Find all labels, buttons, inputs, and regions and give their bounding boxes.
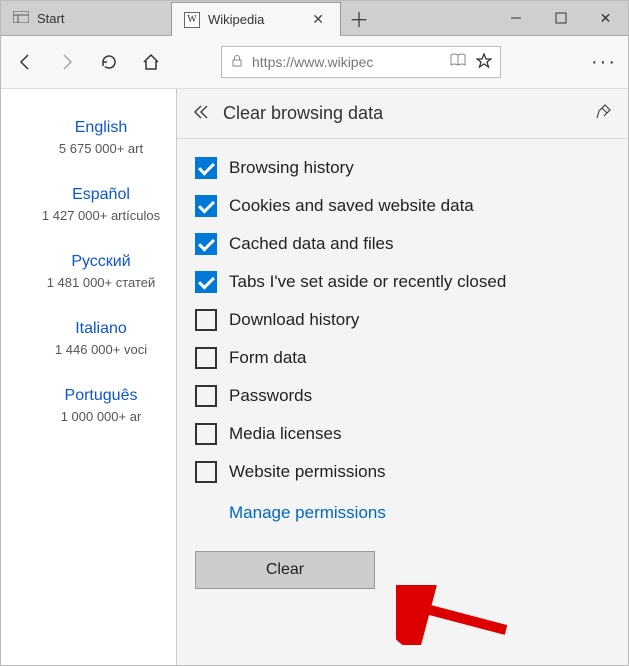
option-label: Website permissions <box>229 462 386 482</box>
option-tabs-set-aside[interactable]: Tabs I've set aside or recently closed <box>195 271 610 293</box>
forward-button[interactable] <box>55 50 79 74</box>
lang-item: Español 1 427 000+ artículos <box>21 186 181 223</box>
lang-count: 1 446 000+ voci <box>21 342 181 357</box>
lang-link[interactable]: Português <box>65 387 138 404</box>
lang-count: 1 427 000+ artículos <box>21 208 181 223</box>
option-label: Browsing history <box>229 158 354 178</box>
more-menu-button[interactable]: ··· <box>592 50 616 74</box>
checkbox-icon[interactable] <box>195 347 217 369</box>
favorite-icon[interactable] <box>476 53 492 72</box>
checkbox-icon[interactable] <box>195 423 217 445</box>
panel-header: Clear browsing data <box>177 89 628 139</box>
lang-item: Русский 1 481 000+ статей <box>21 253 181 290</box>
clear-browsing-data-panel: Clear browsing data Browsing history Coo… <box>176 89 628 665</box>
manage-permissions-link[interactable]: Manage permissions <box>229 503 610 523</box>
tab-close-icon[interactable]: ✕ <box>308 9 328 30</box>
tab-label: Start <box>37 11 64 26</box>
pin-icon[interactable] <box>596 103 612 124</box>
refresh-button[interactable] <box>97 50 121 74</box>
lang-item: English 5 675 000+ art <box>21 119 181 156</box>
wikipedia-language-list: English 5 675 000+ art Español 1 427 000… <box>1 89 201 454</box>
lang-link[interactable]: Español <box>72 186 130 203</box>
window-controls: ✕ <box>493 1 628 35</box>
lang-item: Português 1 000 000+ ar <box>21 387 181 424</box>
checkbox-icon[interactable] <box>195 195 217 217</box>
lang-count: 1 000 000+ ar <box>21 409 181 424</box>
option-download-history[interactable]: Download history <box>195 309 610 331</box>
tab-start[interactable]: Start <box>1 1 171 35</box>
lang-item: Italiano 1 446 000+ voci <box>21 320 181 357</box>
lang-count: 5 675 000+ art <box>21 141 181 156</box>
panel-back-icon[interactable] <box>193 103 211 124</box>
option-passwords[interactable]: Passwords <box>195 385 610 407</box>
url-text: https://www.wikipec <box>252 54 442 70</box>
option-label: Tabs I've set aside or recently closed <box>229 272 506 292</box>
lock-icon <box>230 54 244 71</box>
clear-button[interactable]: Clear <box>195 551 375 589</box>
tab-wikipedia[interactable]: W Wikipedia ✕ <box>171 2 341 36</box>
lang-link[interactable]: English <box>75 119 127 136</box>
lang-count: 1 481 000+ статей <box>21 275 181 290</box>
option-cookies[interactable]: Cookies and saved website data <box>195 195 610 217</box>
reading-view-icon[interactable] <box>450 53 466 72</box>
option-label: Cookies and saved website data <box>229 196 474 216</box>
checkbox-icon[interactable] <box>195 309 217 331</box>
window-close-button[interactable]: ✕ <box>583 1 628 35</box>
option-label: Form data <box>229 348 306 368</box>
wikipedia-favicon: W <box>184 12 200 28</box>
new-tab-button[interactable]: ＋ <box>341 1 377 35</box>
tab-strip: Start W Wikipedia ✕ ＋ ✕ <box>1 1 628 36</box>
back-button[interactable] <box>13 50 37 74</box>
option-website-permissions[interactable]: Website permissions <box>195 461 610 483</box>
checkbox-icon[interactable] <box>195 271 217 293</box>
address-bar[interactable]: https://www.wikipec <box>221 46 501 78</box>
checkbox-icon[interactable] <box>195 385 217 407</box>
option-label: Cached data and files <box>229 234 393 254</box>
option-browsing-history[interactable]: Browsing history <box>195 157 610 179</box>
option-media-licenses[interactable]: Media licenses <box>195 423 610 445</box>
start-page-icon <box>13 11 29 26</box>
toolbar: https://www.wikipec ··· <box>1 36 628 89</box>
checkbox-icon[interactable] <box>195 157 217 179</box>
checkbox-icon[interactable] <box>195 461 217 483</box>
tab-label: Wikipedia <box>208 12 264 27</box>
option-label: Passwords <box>229 386 312 406</box>
option-cached-data[interactable]: Cached data and files <box>195 233 610 255</box>
checkbox-icon[interactable] <box>195 233 217 255</box>
option-label: Media licenses <box>229 424 341 444</box>
option-label: Download history <box>229 310 359 330</box>
lang-link[interactable]: Italiano <box>75 320 127 337</box>
maximize-button[interactable] <box>538 1 583 35</box>
minimize-button[interactable] <box>493 1 538 35</box>
home-button[interactable] <box>139 50 163 74</box>
lang-link[interactable]: Русский <box>71 253 130 270</box>
panel-body: Browsing history Cookies and saved websi… <box>177 139 628 607</box>
panel-title: Clear browsing data <box>223 103 584 124</box>
option-form-data[interactable]: Form data <box>195 347 610 369</box>
